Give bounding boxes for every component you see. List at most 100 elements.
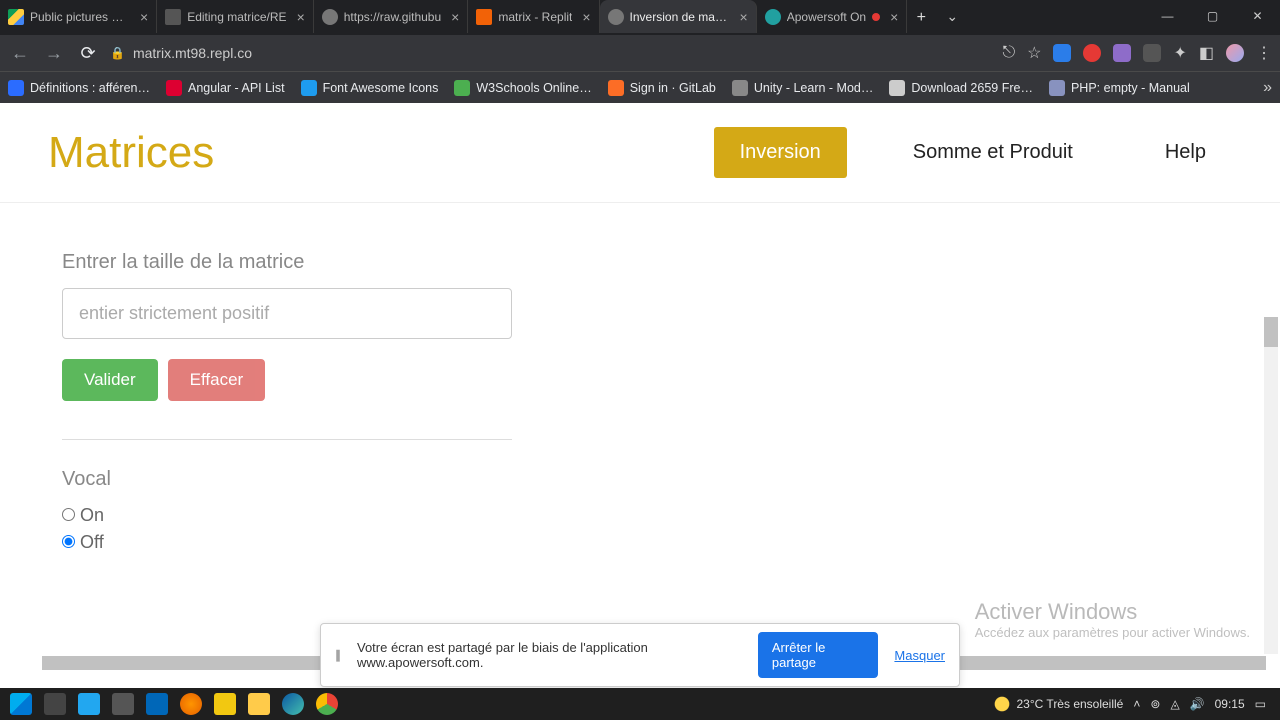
tab-search-icon[interactable]: ⌄ xyxy=(935,8,969,25)
toolbar-right: ⎋ ☆ ✦ ◧ ⋮ xyxy=(1002,43,1272,63)
divider xyxy=(62,439,512,440)
taskbar-app-firefox[interactable] xyxy=(174,690,208,718)
bookmark-icon xyxy=(166,80,182,96)
window-controls: ― ▢ ✕ xyxy=(1145,0,1280,32)
wifi-icon[interactable]: ⊚ xyxy=(1150,697,1160,711)
inner-vscrollbar[interactable] xyxy=(1264,317,1278,654)
close-icon[interactable]: × xyxy=(740,9,748,25)
taskbar-app-chrome[interactable] xyxy=(310,690,344,718)
ext-icon-4[interactable] xyxy=(1143,44,1161,62)
vocal-title: Vocal xyxy=(62,468,1218,491)
bookmark-icon xyxy=(608,80,624,96)
menu-icon[interactable]: ⋮ xyxy=(1256,43,1272,63)
bookmark-0[interactable]: Définitions : afféren… xyxy=(8,80,150,96)
taskbar-app-mail[interactable] xyxy=(140,690,174,718)
page-content: Entrer la taille de la matrice Valider E… xyxy=(0,203,1280,607)
hide-share-button[interactable]: Masquer xyxy=(894,648,945,663)
tab-3[interactable]: matrix - Replit × xyxy=(468,0,599,33)
taskbar-app-explorer[interactable] xyxy=(242,690,276,718)
close-icon[interactable]: × xyxy=(297,9,305,25)
pause-icon[interactable]: ∥ xyxy=(335,648,341,662)
close-icon[interactable]: × xyxy=(140,9,148,25)
tab-title: Apowersoft On xyxy=(787,10,866,24)
vocal-off-option[interactable]: Off xyxy=(62,532,104,552)
start-button[interactable] xyxy=(4,690,38,718)
tab-title: https://raw.githubu xyxy=(344,10,441,24)
tab-title: matrix - Replit xyxy=(498,10,572,24)
close-icon[interactable]: × xyxy=(890,9,898,25)
taskbar-app-store[interactable] xyxy=(106,690,140,718)
extensions-icon[interactable]: ✦ xyxy=(1173,43,1186,63)
network-icon[interactable]: ◬ xyxy=(1170,697,1179,711)
sidepanel-icon[interactable]: ◧ xyxy=(1199,43,1214,63)
stop-share-button[interactable]: Arrêter le partage xyxy=(758,632,879,678)
bookmark-6[interactable]: Download 2659 Fre… xyxy=(889,80,1033,96)
close-icon[interactable]: × xyxy=(582,9,590,25)
bookmark-7[interactable]: PHP: empty - Manual xyxy=(1049,80,1190,96)
tab-0[interactable]: Public pictures doc × xyxy=(0,0,157,33)
taskbar-app-powerbi[interactable] xyxy=(208,690,242,718)
close-window-button[interactable]: ✕ xyxy=(1235,0,1280,32)
share-icon[interactable]: ⎋ xyxy=(1002,44,1015,62)
url-field[interactable]: 🔒 matrix.mt98.repl.co xyxy=(110,45,992,61)
tab-2[interactable]: https://raw.githubu × xyxy=(314,0,469,33)
valider-button[interactable]: Valider xyxy=(62,359,158,401)
tab-5[interactable]: Apowersoft On × xyxy=(757,0,908,33)
vocal-on-option[interactable]: On xyxy=(62,505,104,525)
matrix-size-label: Entrer la taille de la matrice xyxy=(62,251,1218,274)
ext-icon-2[interactable] xyxy=(1083,44,1101,62)
star-icon[interactable]: ☆ xyxy=(1027,43,1041,63)
browser-titlebar: Public pictures doc × Editing matrice/RE… xyxy=(0,0,1280,35)
tab-4-active[interactable]: Inversion de matric × xyxy=(600,0,757,33)
bookmark-icon xyxy=(732,80,748,96)
bookmark-3[interactable]: W3Schools Online… xyxy=(454,80,591,96)
replit-icon xyxy=(476,9,492,25)
notifications-icon[interactable]: ▭ xyxy=(1255,697,1266,711)
ext-icon-1[interactable] xyxy=(1053,44,1071,62)
tray-chevron-icon[interactable]: ˄ xyxy=(1133,697,1140,711)
bookmark-icon xyxy=(8,80,24,96)
effacer-button[interactable]: Effacer xyxy=(168,359,266,401)
bookmark-5[interactable]: Unity - Learn - Mod… xyxy=(732,80,873,96)
bookmarks-overflow[interactable]: » xyxy=(1263,79,1272,97)
forward-button[interactable]: → xyxy=(42,43,66,64)
bookmark-2[interactable]: Font Awesome Icons xyxy=(301,80,439,96)
profile-avatar[interactable] xyxy=(1226,44,1244,62)
back-button[interactable]: ← xyxy=(8,43,32,64)
bookmark-1[interactable]: Angular - API List xyxy=(166,80,285,96)
bookmark-4[interactable]: Sign in · GitLab xyxy=(608,80,716,96)
vocal-off-radio[interactable] xyxy=(62,535,75,548)
new-tab-button[interactable]: + xyxy=(907,0,935,35)
clock[interactable]: 09:15 xyxy=(1215,697,1245,711)
tab-search-controls: ⌄ xyxy=(935,0,969,32)
brand-title: Matrices xyxy=(48,128,214,178)
weather-widget[interactable]: 23°C Très ensoleillé xyxy=(993,695,1124,713)
minimize-button[interactable]: ― xyxy=(1145,0,1190,32)
nav-inversion[interactable]: Inversion xyxy=(714,127,847,178)
taskbar-app-vscode[interactable] xyxy=(72,690,106,718)
matrix-size-input[interactable] xyxy=(62,288,512,339)
windows-taskbar: 23°C Très ensoleillé ˄ ⊚ ◬ 🔊 09:15 ▭ xyxy=(0,688,1280,720)
globe-icon xyxy=(608,9,624,25)
ext-icon-3[interactable] xyxy=(1113,44,1131,62)
volume-icon[interactable]: 🔊 xyxy=(1190,697,1205,711)
task-view-button[interactable] xyxy=(38,690,72,718)
nav-somme-produit[interactable]: Somme et Produit xyxy=(887,127,1099,178)
tab-1[interactable]: Editing matrice/RE × xyxy=(157,0,314,33)
tab-title: Inversion de matric xyxy=(630,10,730,24)
lock-icon: 🔒 xyxy=(110,46,125,60)
url-text: matrix.mt98.repl.co xyxy=(133,45,252,61)
address-bar: ← → ⟳ 🔒 matrix.mt98.repl.co ⎋ ☆ ✦ ◧ ⋮ xyxy=(0,35,1280,71)
page-viewport: Matrices Inversion Somme et Produit Help… xyxy=(0,103,1280,688)
browser-tabs: Public pictures doc × Editing matrice/RE… xyxy=(0,0,935,35)
nav-help[interactable]: Help xyxy=(1139,127,1232,178)
reload-button[interactable]: ⟳ xyxy=(76,43,100,64)
sun-icon xyxy=(993,695,1011,713)
vocal-on-radio[interactable] xyxy=(62,508,75,521)
maximize-button[interactable]: ▢ xyxy=(1190,0,1235,32)
taskbar-app-edge[interactable] xyxy=(276,690,310,718)
close-icon[interactable]: × xyxy=(451,9,459,25)
scroll-thumb[interactable] xyxy=(1264,317,1278,347)
tab-title: Editing matrice/RE xyxy=(187,10,286,24)
page-header: Matrices Inversion Somme et Produit Help xyxy=(0,103,1280,203)
